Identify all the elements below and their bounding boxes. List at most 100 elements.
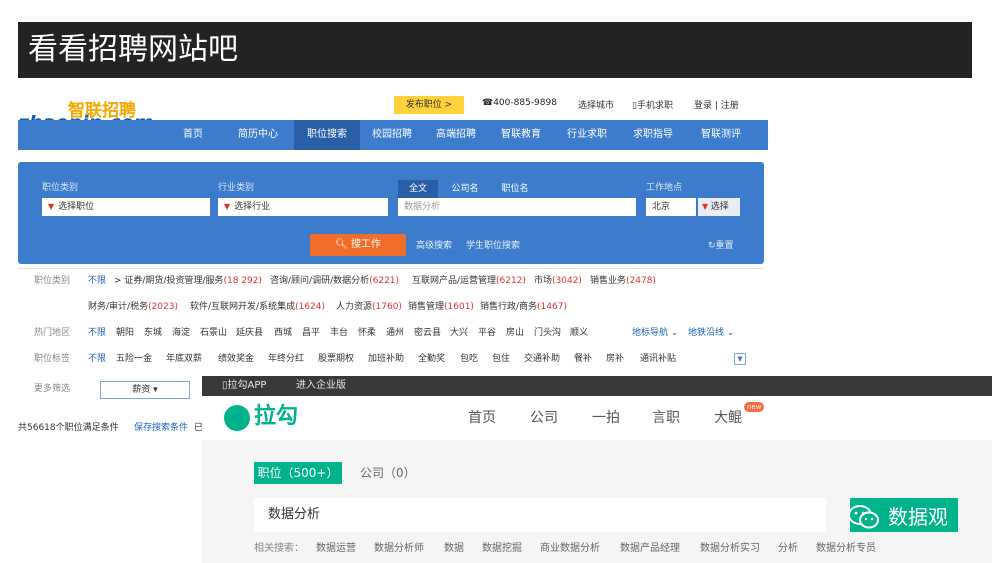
nav-home[interactable]: 首页 (168, 120, 218, 150)
filter-unlimited[interactable]: 不限 (88, 349, 106, 369)
area-option[interactable]: 昌平 (302, 323, 320, 343)
nav-assessment[interactable]: 智联测评 (688, 120, 754, 150)
result-count: 共56618个职位满足条件 (18, 423, 119, 433)
benefit-option[interactable]: 餐补 (574, 349, 592, 369)
benefit-option[interactable]: 房补 (606, 349, 624, 369)
filter-option[interactable]: 软件/互联网开发/系统集成(1624) (190, 297, 325, 317)
filter-unlimited[interactable]: 不限 (88, 323, 106, 343)
lagou-nav-company[interactable]: 公司 (530, 408, 558, 428)
tab-company-name[interactable]: 公司名 (442, 180, 488, 198)
enterprise-link[interactable]: 进入企业版 (296, 376, 346, 396)
job-type-select[interactable]: ▼ 选择职位 (42, 198, 210, 216)
benefit-option[interactable]: 通讯补贴 (640, 349, 676, 369)
lagou-topbar: ▯拉勾APP 进入企业版 (202, 376, 992, 396)
tab-companies[interactable]: 公司（0） (360, 462, 416, 484)
area-option[interactable]: 延庆县 (236, 323, 263, 343)
benefit-option[interactable]: 五险一金 (116, 349, 152, 369)
filter-option[interactable]: 销售业务(2478) (590, 271, 656, 291)
benefit-option[interactable]: 股票期权 (318, 349, 354, 369)
lagou-logo-icon[interactable] (224, 405, 250, 431)
benefit-option[interactable]: 包吃 (460, 349, 478, 369)
area-option[interactable]: 东城 (144, 323, 162, 343)
filter-option[interactable]: 财务/审计/税务(2023) (88, 297, 178, 317)
filter-option[interactable]: > 证券/期货/投资管理/服务(18 292) (114, 271, 262, 291)
keyword-input[interactable]: 数据分析 (398, 198, 636, 216)
area-option[interactable]: 西城 (274, 323, 292, 343)
mobile-job-link[interactable]: ▯手机求职 (632, 98, 673, 111)
filter-label: 职位类别 (34, 276, 71, 286)
nav-education[interactable]: 智联教育 (490, 120, 552, 150)
landmark-nav-link[interactable]: 地标导航 ⌄ (632, 323, 678, 343)
related-search-item[interactable]: 分析 (778, 542, 798, 556)
tab-positions[interactable]: 职位（500+） (254, 462, 342, 484)
benefit-option[interactable]: 年底双薪 (166, 349, 202, 369)
benefit-option[interactable]: 包住 (492, 349, 510, 369)
area-option[interactable]: 房山 (506, 323, 524, 343)
nav-resume-center[interactable]: 简历中心 (226, 120, 290, 150)
related-search-item[interactable]: 数据分析实习 (700, 542, 760, 556)
nav-industry[interactable]: 行业求职 (556, 120, 618, 150)
area-option[interactable]: 石景山 (200, 323, 227, 343)
nav-job-search[interactable]: 职位搜索 (294, 120, 360, 150)
related-search-item[interactable]: 数据分析专员 (816, 542, 876, 556)
lagou-page: ▯拉勾APP 进入企业版 拉勾 首页 公司 一拍 言职 大鲲 new 职位（50… (202, 376, 992, 563)
area-option[interactable]: 顺义 (570, 323, 588, 343)
related-search-item[interactable]: 数据 (444, 542, 464, 556)
advanced-search-link[interactable]: 高级搜索 (416, 238, 452, 251)
lagou-nav-yanzhi[interactable]: 言职 (652, 408, 680, 428)
filter-option[interactable]: 人力资源(1760) (336, 297, 402, 317)
reset-link[interactable]: ↻重置 (708, 238, 734, 251)
benefit-option[interactable]: 全勤奖 (418, 349, 445, 369)
area-option[interactable]: 海淀 (172, 323, 190, 343)
lagou-nav-yipai[interactable]: 一拍 (592, 408, 620, 428)
related-search-item[interactable]: 商业数据分析 (540, 542, 600, 556)
area-option[interactable]: 朝阳 (116, 323, 134, 343)
student-search-link[interactable]: 学生职位搜索 (466, 238, 520, 251)
location-input[interactable]: 北京 (646, 198, 696, 216)
filter-unlimited[interactable]: 不限 (88, 271, 106, 291)
nav-campus[interactable]: 校园招聘 (362, 120, 422, 150)
benefit-option[interactable]: 绩效奖金 (218, 349, 254, 369)
lagou-app-link[interactable]: ▯拉勾APP (222, 376, 266, 396)
caret-down-icon: ▼ (702, 202, 711, 211)
area-option[interactable]: 大兴 (450, 323, 468, 343)
filter-option[interactable]: 市场(3042) (534, 271, 582, 291)
benefit-option[interactable]: 加班补助 (368, 349, 404, 369)
related-search-item[interactable]: 数据分析师 (374, 542, 424, 556)
subway-link[interactable]: 地铁沿线 ⌄ (688, 323, 734, 343)
lagou-nav-home[interactable]: 首页 (468, 408, 496, 428)
area-option[interactable]: 通州 (386, 323, 404, 343)
lagou-logo-text[interactable]: 拉勾 (254, 402, 298, 432)
industry-select[interactable]: ▼ 选择行业 (218, 198, 388, 216)
related-search-item[interactable]: 数据运营 (316, 542, 356, 556)
area-option[interactable]: 怀柔 (358, 323, 376, 343)
nav-guidance[interactable]: 求职指导 (622, 120, 684, 150)
publish-job-button[interactable]: 发布职位 > (394, 96, 464, 114)
filter-option[interactable]: 销售管理(1601) (408, 297, 474, 317)
area-option[interactable]: 门头沟 (534, 323, 561, 343)
lagou-search-input[interactable]: 数据分析 (254, 498, 826, 532)
filter-label: 热门地区 (34, 328, 71, 338)
caret-down-icon: ▼ (224, 202, 231, 211)
location-choose-button[interactable]: ▼ 选择 (698, 198, 740, 216)
benefit-option[interactable]: 交通补助 (524, 349, 560, 369)
save-search-link[interactable]: 保存搜索条件 (134, 420, 188, 433)
filter-option[interactable]: 销售行政/商务(1467) (480, 297, 567, 317)
expand-more-icon[interactable]: ▼ (734, 353, 746, 365)
nav-high-end[interactable]: 高端招聘 (426, 120, 486, 150)
area-option[interactable]: 丰台 (330, 323, 348, 343)
salary-select[interactable]: 薪资 ▾ (100, 381, 190, 399)
benefit-option[interactable]: 年终分红 (268, 349, 304, 369)
related-search-item[interactable]: 数据产品经理 (620, 542, 680, 556)
area-option[interactable]: 密云县 (414, 323, 441, 343)
related-search-item[interactable]: 数据挖掘 (482, 542, 522, 556)
choose-city-link[interactable]: 选择城市 (578, 98, 614, 111)
tab-fulltext[interactable]: 全文 (398, 180, 438, 198)
tab-job-name[interactable]: 职位名 (492, 180, 538, 198)
area-option[interactable]: 平谷 (478, 323, 496, 343)
search-jobs-button[interactable]: 🔍︎ 搜工作 (310, 234, 406, 256)
filter-option[interactable]: 咨询/顾问/调研/数据分析(6221) (270, 271, 399, 291)
filter-option[interactable]: 互联网产品/运营管理(6212) (412, 271, 526, 291)
login-register-link[interactable]: 登录 | 注册 (694, 98, 739, 111)
lagou-nav-dakun[interactable]: 大鲲 (714, 408, 742, 428)
